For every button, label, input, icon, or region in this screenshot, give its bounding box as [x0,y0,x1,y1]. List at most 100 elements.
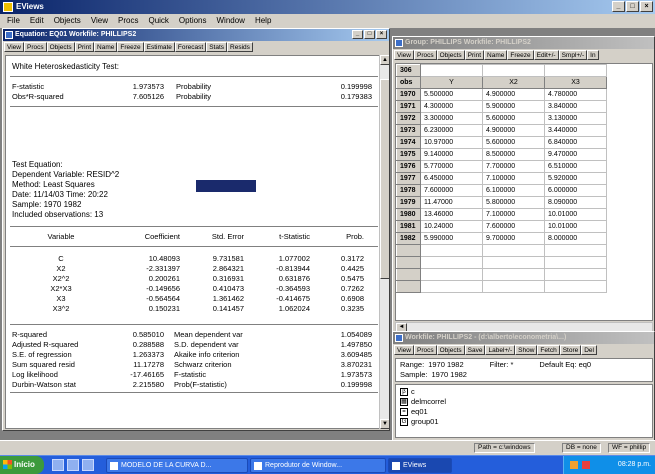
eq-estimate-button[interactable]: Estimate [143,42,175,52]
menu-options[interactable]: Options [174,14,212,27]
table-cell[interactable]: 5.990000 [420,232,483,245]
edit-cell[interactable] [544,64,607,77]
table-cell[interactable]: 9.470000 [544,148,607,161]
menu-window[interactable]: Window [212,14,250,27]
column-header[interactable]: Y [420,76,483,89]
table-cell[interactable]: 11.47000 [420,196,483,209]
table-cell[interactable]: 6.840000 [544,136,607,149]
grp-smpl-button[interactable]: Smpl+/- [558,50,588,60]
grp-print-button[interactable]: Print [464,50,485,60]
row-label[interactable]: 1973 [396,124,421,137]
empty-cell[interactable] [544,280,607,293]
tray-network-icon[interactable] [570,461,578,469]
table-cell[interactable]: 4.780000 [544,88,607,101]
row-label[interactable]: 1971 [396,100,421,113]
table-cell[interactable]: 10.97000 [420,136,483,149]
table-cell[interactable]: 4.300000 [420,100,483,113]
edit-cell[interactable] [420,64,483,77]
empty-cell[interactable] [420,244,483,257]
empty-cell[interactable] [420,268,483,281]
wf-show-button[interactable]: Show [515,345,538,355]
row-label[interactable]: 1974 [396,136,421,149]
list-item[interactable]: = eq01 [400,407,648,417]
menu-edit[interactable]: Edit [25,14,49,27]
grp-view-button[interactable]: View [394,50,414,60]
empty-cell[interactable] [482,256,545,269]
list-item[interactable]: β c [400,387,648,397]
table-cell[interactable]: 9.700000 [482,232,545,245]
workfile-window-titlebar[interactable]: Workfile: PHILLIPS2 - (d:\alberto\econom… [393,332,654,344]
wf-delete-button[interactable]: Del [581,345,597,355]
table-cell[interactable]: 8.000000 [544,232,607,245]
menu-view[interactable]: View [86,14,113,27]
empty-cell[interactable] [396,280,421,293]
wf-view-button[interactable]: View [394,345,414,355]
table-cell[interactable]: 10.24000 [420,220,483,233]
column-header[interactable]: X3 [544,76,607,89]
eq-procs-button[interactable]: Procs [23,42,47,52]
quicklaunch-browser-icon[interactable] [67,459,79,471]
eq-print-button[interactable]: Print [74,42,95,52]
group-spreadsheet[interactable]: 306 obs Y X2 X3 1970 5.500000 4.900000 4.78… [395,63,653,321]
close-button[interactable]: × [640,1,653,12]
equation-vertical-scrollbar[interactable]: ▲ ▼ [379,55,389,429]
empty-cell[interactable] [482,244,545,257]
empty-cell[interactable] [544,244,607,257]
table-cell[interactable]: 7.600000 [420,184,483,197]
table-cell[interactable]: 6.510000 [544,160,607,173]
table-cell[interactable]: 7.100000 [482,172,545,185]
eq-restore-button[interactable]: □ [364,30,375,39]
equation-window[interactable]: Equation: EQ01 Workfile: PHILLIPS2 _ □ ×… [2,28,390,431]
eq-minimize-button[interactable]: _ [352,30,363,39]
quicklaunch-desktop-icon[interactable] [52,459,64,471]
table-cell[interactable]: 3.440000 [544,124,607,137]
eq-stats-button[interactable]: Stats [206,42,228,52]
row-label[interactable]: 1978 [396,184,421,197]
table-cell[interactable]: 4.900000 [482,88,545,101]
column-header[interactable]: X2 [482,76,545,89]
row-label[interactable]: 1982 [396,232,421,245]
menu-quick[interactable]: Quick [143,14,173,27]
table-cell[interactable]: 5.600000 [482,112,545,125]
table-cell[interactable]: 3.300000 [420,112,483,125]
table-cell[interactable]: 8.090000 [544,196,607,209]
table-cell[interactable]: 8.500000 [482,148,545,161]
task-eviews[interactable]: EViews [388,458,452,473]
table-cell[interactable]: 5.770000 [420,160,483,173]
table-cell[interactable]: 4.900000 [482,124,545,137]
task-media-player[interactable]: Reprodutor de Window... [250,458,386,473]
empty-cell[interactable] [396,244,421,257]
scroll-thumb[interactable] [380,79,389,279]
empty-cell[interactable] [420,256,483,269]
table-cell[interactable]: 10.01000 [544,208,607,221]
grp-procs-button[interactable]: Procs [413,50,437,60]
row-label[interactable]: 1972 [396,112,421,125]
row-label[interactable]: 1979 [396,196,421,209]
eq-view-button[interactable]: View [4,42,24,52]
row-label[interactable]: 1981 [396,220,421,233]
table-cell[interactable]: 5.600000 [482,136,545,149]
menu-objects[interactable]: Objects [49,14,86,27]
empty-cell[interactable] [482,280,545,293]
eq-resids-button[interactable]: Resids [227,42,253,52]
start-button[interactable]: Início [0,456,44,474]
table-cell[interactable]: 7.100000 [482,208,545,221]
equation-window-titlebar[interactable]: Equation: EQ01 Workfile: PHILLIPS2 _ □ × [3,29,389,41]
wf-save-button[interactable]: Save [464,345,486,355]
row-label[interactable]: 1970 [396,88,421,101]
table-cell[interactable]: 7.700000 [482,160,545,173]
empty-cell[interactable] [544,268,607,281]
task-modelo[interactable]: MODELO DE LA CURVA D... [106,458,248,473]
table-cell[interactable]: 13.46000 [420,208,483,221]
table-cell[interactable]: 6.000000 [544,184,607,197]
menu-help[interactable]: Help [250,14,276,27]
wf-procs-button[interactable]: Procs [413,345,437,355]
eq-objects-button[interactable]: Objects [46,42,75,52]
scroll-down-arrow-icon[interactable]: ▼ [380,419,389,429]
menu-file[interactable]: File [2,14,25,27]
empty-cell[interactable] [420,280,483,293]
group-window-titlebar[interactable]: Group: PHILLIPS Workfile: PHILLIPS2 [393,37,654,49]
group-window[interactable]: Group: PHILLIPS Workfile: PHILLIPS2 View… [392,36,655,336]
wf-fetch-button[interactable]: Fetch [537,345,560,355]
eq-name-button[interactable]: Name [94,42,118,52]
